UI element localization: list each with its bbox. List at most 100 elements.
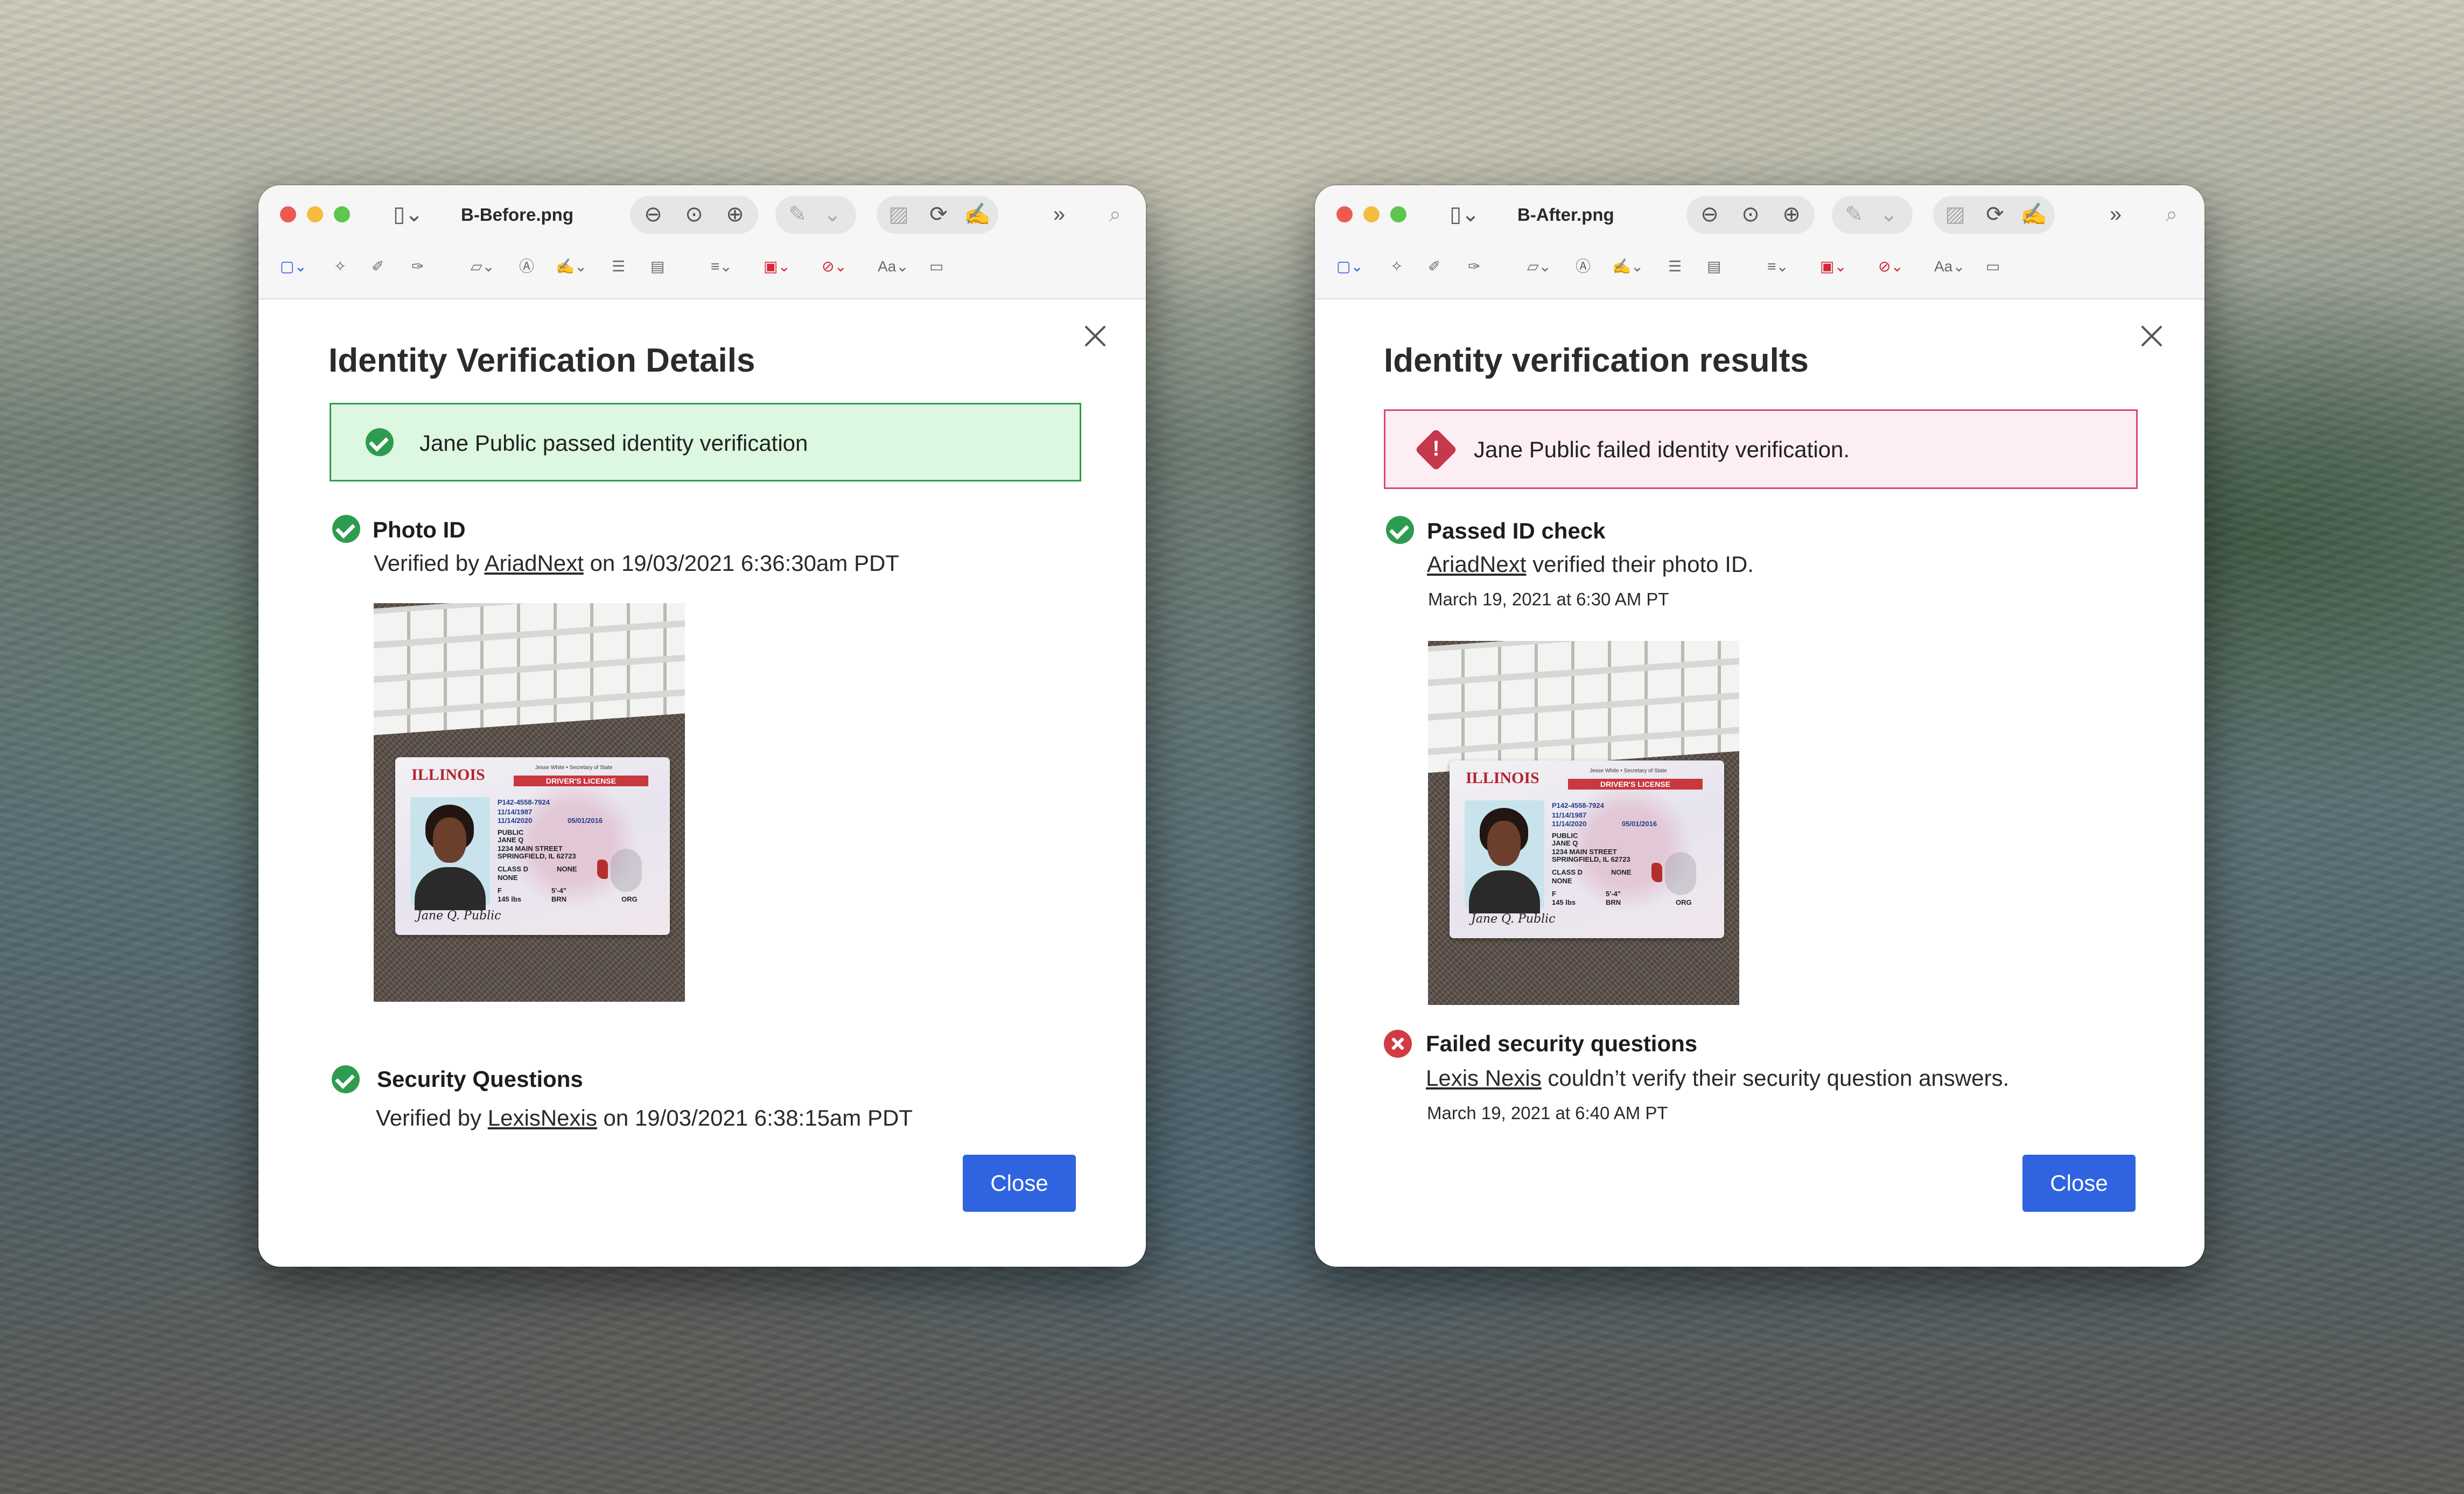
license-iss: 11/14/2020 <box>1552 820 1587 828</box>
border-color-icon[interactable]: ▣⌄ <box>1820 259 1847 275</box>
crop-icon[interactable]: ▨ <box>885 204 912 225</box>
search-icon[interactable]: ⌕ <box>2158 204 2185 225</box>
ariadnext-link[interactable]: AriadNext <box>1427 551 1526 577</box>
sidebar-icon[interactable]: ▯⌄ <box>1443 204 1486 225</box>
zoom-to-fit-icon[interactable]: ⊙ <box>1737 204 1764 225</box>
draw-icon[interactable]: ✑ <box>1468 259 1480 275</box>
license-number: P142-4558-7924 <box>1552 801 1604 809</box>
text-tool-icon[interactable]: Ⓐ <box>519 259 534 275</box>
adjust-size-icon[interactable]: ▤ <box>650 259 664 275</box>
license-address: 1234 MAIN STREET <box>1552 848 1617 856</box>
sketch-icon[interactable]: ✐ <box>372 259 384 275</box>
status-banner-text: Jane Public failed identity verification… <box>1474 437 1850 462</box>
close-window-button[interactable] <box>1336 206 1353 222</box>
fill-color-icon[interactable]: ⊘⌄ <box>822 259 847 275</box>
adjust-color-icon[interactable]: ☰ <box>612 259 625 275</box>
failed-security-title: Failed security questions <box>1426 1031 1698 1056</box>
markup-menu-chevron-icon[interactable]: ⌄ <box>822 204 843 225</box>
close-button[interactable]: Close <box>2022 1155 2136 1212</box>
license-dob: 11/14/1987 <box>1552 811 1587 819</box>
window-toolbar: ▯⌄ B-After.png ⊖ ⊙ ⊕ ✎ ⌄ ▨ ⟳ ✍ » ⌕ ▢⌄ ✧ … <box>1315 185 2204 299</box>
signature-icon[interactable]: ✍ <box>964 204 991 225</box>
crop-icon[interactable]: ▨ <box>1942 204 1969 225</box>
draw-icon[interactable]: ✑ <box>411 259 424 275</box>
verification-timestamp: on 19/03/2021 6:36:30am PDT <box>590 550 899 576</box>
check-circle-icon <box>332 515 360 543</box>
line-style-icon[interactable]: ≡⌄ <box>1767 259 1789 275</box>
adjust-size-icon[interactable]: ▤ <box>1707 259 1721 275</box>
zoom-in-icon[interactable]: ⊕ <box>1778 204 1805 225</box>
more-icon[interactable]: » <box>1046 204 1073 225</box>
license-state: ILLINOIS <box>1466 769 1539 787</box>
license-issuer: Jesse White • Secretary of State <box>535 765 613 771</box>
text-style-icon[interactable]: Aa⌄ <box>1934 259 1965 275</box>
sidebar-icon[interactable]: ▯⌄ <box>387 204 430 225</box>
license-exp: 05/01/2016 <box>568 816 603 825</box>
lexisnexis-link[interactable]: LexisNexis <box>488 1105 597 1130</box>
adjust-color-icon[interactable]: ☰ <box>1668 259 1682 275</box>
selection-tool-icon[interactable]: ▢⌄ <box>280 259 307 275</box>
license-type: ORG <box>1676 898 1692 906</box>
license-first-name: JANE Q <box>498 836 524 844</box>
markup-menu-chevron-icon[interactable]: ⌄ <box>1878 204 1900 225</box>
zoom-out-icon[interactable]: ⊖ <box>1696 204 1723 225</box>
border-color-icon[interactable]: ▣⌄ <box>764 259 790 275</box>
text-tool-icon[interactable]: Ⓐ <box>1576 259 1591 275</box>
minimize-window-button[interactable] <box>1363 206 1380 222</box>
license-signature: Jane Q. Public <box>417 909 501 923</box>
window-filename: B-Before.png <box>461 205 573 225</box>
text-style-icon[interactable]: Aa⌄ <box>878 259 909 275</box>
zoom-in-icon[interactable]: ⊕ <box>722 204 748 225</box>
passed-id-date: March 19, 2021 at 6:30 AM PT <box>1428 589 1669 609</box>
illinois-map-icon <box>1651 863 1662 882</box>
zoom-out-icon[interactable]: ⊖ <box>640 204 667 225</box>
close-icon[interactable] <box>1079 320 1111 352</box>
failed-security-date: March 19, 2021 at 6:40 AM PT <box>1427 1103 1668 1123</box>
zoom-window-button[interactable] <box>334 206 350 222</box>
markup-icon[interactable]: ✎ <box>784 204 811 225</box>
id-photo: ILLINOIS Jesse White • Secretary of Stat… <box>374 603 685 1002</box>
zoom-window-button[interactable] <box>1390 206 1406 222</box>
more-icon[interactable]: » <box>2102 204 2129 225</box>
close-window-button[interactable] <box>280 206 296 222</box>
markup-icon[interactable]: ✎ <box>1840 204 1867 225</box>
search-icon[interactable]: ⌕ <box>1102 204 1129 225</box>
close-icon[interactable] <box>2136 320 2168 352</box>
lexis-nexis-link[interactable]: Lexis Nexis <box>1426 1065 1542 1091</box>
sketch-icon[interactable]: ✐ <box>1428 259 1440 275</box>
instant-alpha-icon[interactable]: ✧ <box>334 259 346 275</box>
shapes-icon[interactable]: ▱⌄ <box>471 259 495 275</box>
license-address: 1234 MAIN STREET <box>498 844 563 853</box>
line-style-icon[interactable]: ≡⌄ <box>711 259 732 275</box>
verification-timestamp: on 19/03/2021 6:38:15am PDT <box>603 1105 913 1130</box>
failed-security-line: Lexis Nexis couldn’t verify their securi… <box>1426 1065 2009 1091</box>
license-last-name: PUBLIC <box>498 828 524 836</box>
annotate-icon[interactable]: ▭ <box>929 259 943 275</box>
fill-color-icon[interactable]: ⊘⌄ <box>1878 259 1903 275</box>
check-circle-icon <box>1386 516 1414 544</box>
license-eyes: BRN <box>551 895 567 903</box>
dialog-title: Identity Verification Details <box>328 342 755 379</box>
close-button[interactable]: Close <box>963 1155 1076 1212</box>
sign-icon[interactable]: ✍⌄ <box>556 259 587 275</box>
zoom-to-fit-icon[interactable]: ⊙ <box>681 204 708 225</box>
annotate-icon[interactable]: ▭ <box>1986 259 2000 275</box>
rotate-icon[interactable]: ⟳ <box>925 204 952 225</box>
license-portrait <box>410 797 490 910</box>
signature-icon[interactable]: ✍ <box>2020 204 2047 225</box>
license-dob: 11/14/1987 <box>498 808 533 816</box>
instant-alpha-icon[interactable]: ✧ <box>1390 259 1403 275</box>
license-type: ORG <box>621 895 638 903</box>
minimize-window-button[interactable] <box>307 206 323 222</box>
ariadnext-link[interactable]: AriadNext <box>484 550 583 576</box>
sign-icon[interactable]: ✍⌄ <box>1612 259 1643 275</box>
license-rest: NONE <box>1552 877 1572 885</box>
rotate-icon[interactable]: ⟳ <box>1982 204 2008 225</box>
license-header: DRIVER'S LICENSE <box>514 776 648 786</box>
drivers-license-card: ILLINOIS Jesse White • Secretary of Stat… <box>1450 760 1724 938</box>
license-class: CLASS D <box>1552 868 1583 876</box>
license-city: SPRINGFIELD, IL 62723 <box>498 852 576 860</box>
shapes-icon[interactable]: ▱⌄ <box>1527 259 1551 275</box>
selection-tool-icon[interactable]: ▢⌄ <box>1336 259 1363 275</box>
license-weight: 145 lbs <box>1552 898 1576 906</box>
